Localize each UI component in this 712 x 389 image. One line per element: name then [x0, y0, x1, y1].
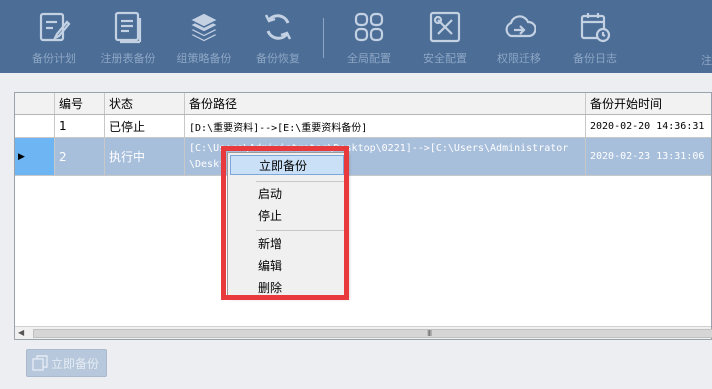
main-toolbar: 备份计划 注册表备份 组策略备份 备份恢复 全局配置 安全配置 权限迁移 备份日… [0, 0, 712, 73]
copy-icon [32, 355, 48, 371]
column-header-status[interactable]: 状态 [105, 93, 185, 114]
row-context-menu: 立即备份 启动 停止 新增 编辑 删除 [227, 152, 347, 297]
toolbar-group-policy-backup-button[interactable]: 组策略备份 [169, 0, 239, 73]
row-indicator-cell [15, 115, 55, 137]
toolbar-backup-log-label: 备份日志 [573, 52, 617, 65]
cloud-arrow-icon [505, 15, 536, 38]
calendar-clock-icon [580, 13, 611, 43]
row-path-cell: [D:\重要资料]-->[E:\重要资料备份] [185, 115, 586, 137]
selected-row-indicator: ▶ [15, 138, 55, 175]
menu-item-edit[interactable]: 编辑 [230, 255, 344, 275]
toolbar-backup-plan-button[interactable]: 备份计划 [20, 0, 88, 73]
header-indicator-cell [15, 93, 55, 114]
row-pointer-icon: ▶ [18, 151, 25, 162]
menu-item-stop[interactable]: 停止 [230, 205, 344, 225]
menu-item-backup-now[interactable]: 立即备份 [230, 155, 344, 175]
scrollbar-grip-icon: III [427, 329, 432, 338]
column-header-path[interactable]: 备份路径 [185, 93, 586, 114]
toolbar-global-config-label: 全局配置 [347, 52, 391, 65]
menu-item-delete[interactable]: 删除 [230, 277, 344, 297]
row-status-cell: 执行中 [105, 138, 185, 175]
column-header-start-time[interactable]: 备份开始时间 [586, 93, 712, 114]
menu-item-start[interactable]: 启动 [230, 183, 344, 203]
table-row[interactable]: 1 已停止 [D:\重要资料]-->[E:\重要资料备份] 2020-02-20… [15, 115, 711, 138]
backup-task-grid: 编号 状态 备份路径 备份开始时间 1 已停止 [D:\重要资料]-->[E:\… [14, 92, 712, 340]
row-path-line-2: \Deskt [189, 158, 226, 170]
column-header-id[interactable]: 编号 [55, 93, 105, 114]
menu-item-add[interactable]: 新增 [230, 233, 344, 253]
toolbar-permission-migration-label: 权限迁移 [497, 52, 541, 65]
toolbar-group-policy-backup-label: 组策略备份 [176, 52, 232, 65]
toolbar-backup-log-button[interactable]: 备份日志 [562, 0, 628, 73]
toolbar-registry-backup-label: 注册表备份 [100, 52, 156, 65]
row-start-time-cell: 2020-02-20 14:36:31 [590, 120, 705, 132]
toolbar-security-config-label: 安全配置 [423, 52, 467, 65]
table-row-selected[interactable]: ▶ 2 执行中 [C:\Users\Administrator\Desktop\… [15, 138, 711, 176]
layers-icon [188, 12, 220, 43]
tools-icon [429, 11, 461, 43]
edit-document-icon [39, 12, 71, 42]
toolbar-backup-restore-label: 备份恢复 [256, 52, 300, 65]
toolbar-backup-restore-button[interactable]: 备份恢复 [245, 0, 311, 73]
toolbar-registry-backup-button[interactable]: 注册表备份 [93, 0, 163, 73]
grid-squares-icon [354, 12, 384, 42]
row-status-cell: 已停止 [105, 115, 185, 137]
horizontal-scrollbar[interactable]: ◀ III [15, 326, 712, 339]
grid-header-row: 编号 状态 备份路径 备份开始时间 [15, 93, 711, 115]
row-start-time-cell: 2020-02-23 13:31:06 [590, 151, 705, 162]
scroll-left-arrow-icon[interactable]: ◀ [18, 327, 24, 339]
document-list-icon [114, 11, 142, 44]
toolbar-global-config-button[interactable]: 全局配置 [336, 0, 402, 73]
scrollbar-thumb[interactable]: III [33, 329, 712, 338]
refresh-icon [264, 14, 292, 40]
toolbar-security-config-button[interactable]: 安全配置 [412, 0, 478, 73]
row-id-cell: 1 [55, 115, 105, 137]
backup-now-button[interactable]: 立即备份 [26, 349, 107, 377]
toolbar-permission-migration-button[interactable]: 权限迁移 [486, 0, 552, 73]
menu-separator [256, 181, 344, 182]
toolbar-backup-plan-label: 备份计划 [32, 52, 76, 65]
toolbar-separator [323, 18, 324, 58]
backup-now-label: 立即备份 [51, 356, 100, 371]
toolbar-edge-text: 注 [701, 54, 712, 67]
row-id-cell: 2 [55, 138, 105, 175]
menu-separator [256, 230, 344, 231]
